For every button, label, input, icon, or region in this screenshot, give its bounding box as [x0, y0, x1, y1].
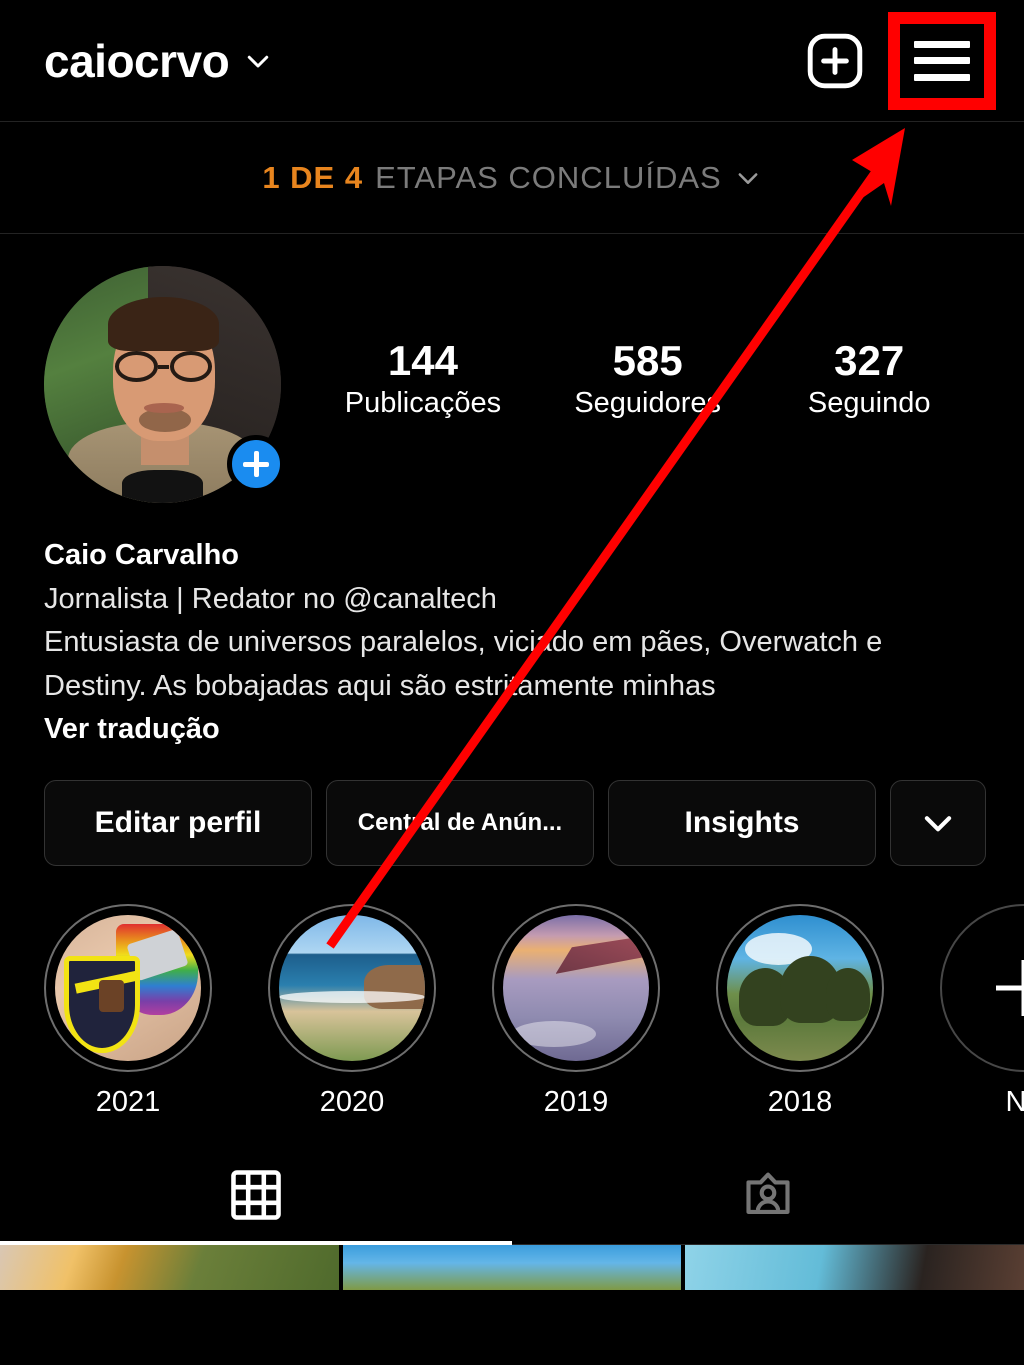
edit-profile-button[interactable]: Editar perfil	[44, 780, 312, 867]
progress-label: ETAPAS CONCLUÍDAS	[375, 159, 722, 195]
header-actions	[804, 11, 996, 110]
hamburger-menu-button[interactable]	[888, 11, 996, 110]
stat-posts[interactable]: 144 Publicações	[345, 338, 501, 420]
username-dropdown[interactable]: caiocrvo	[44, 38, 273, 84]
highlight-cover	[55, 915, 201, 1062]
profile-tab-bar	[0, 1145, 1024, 1246]
stat-following[interactable]: 327 Seguindo	[794, 338, 944, 420]
highlight-new[interactable]: No	[940, 904, 1024, 1119]
profile-bio: Caio Carvalho Jornalista | Redator no @c…	[0, 503, 1024, 746]
grid-tab[interactable]	[0, 1145, 512, 1245]
onboarding-progress-bar[interactable]: 1 DE 4 ETAPAS CONCLUÍDAS	[0, 122, 1024, 234]
stat-label: Publicações	[344, 387, 502, 420]
stat-label: Seguindo	[807, 387, 931, 420]
highlight-2021[interactable]: 2021	[44, 904, 212, 1119]
insights-button[interactable]: Insights	[608, 780, 876, 867]
more-options-button[interactable]	[890, 780, 986, 867]
bio-line-3: Destiny. As bobajadas aqui são estritame…	[44, 669, 716, 702]
instagram-profile-screen: caiocrvo 1 DE 4 ETAPAS CONCLUÍDAS 144 Pu…	[0, 0, 1024, 1365]
stat-value: 585	[612, 337, 683, 384]
post-thumbnail-3[interactable]	[685, 1245, 1024, 1291]
highlight-label: 2019	[543, 1086, 609, 1119]
highlight-label: 2020	[319, 1086, 385, 1119]
page-title: caiocrvo	[44, 34, 230, 87]
bio-line-1: Jornalista | Redator no @canaltech	[44, 582, 497, 615]
profile-summary: 144 Publicações 585 Seguidores 327 Segui…	[0, 234, 1024, 503]
tagged-person-icon	[746, 1173, 790, 1215]
grid-icon	[231, 1170, 281, 1221]
stat-value: 144	[387, 337, 458, 384]
stat-followers[interactable]: 585 Seguidores	[573, 338, 723, 420]
stat-value: 327	[834, 337, 905, 384]
add-highlight-button[interactable]	[940, 904, 1024, 1073]
highlight-cover	[279, 915, 425, 1062]
post-thumbnail-2[interactable]	[342, 1245, 682, 1291]
see-translation-link[interactable]: Ver tradução	[44, 713, 980, 746]
stat-label: Seguidores	[574, 387, 722, 420]
highlight-2019[interactable]: 2019	[492, 904, 660, 1119]
bio-line-2: Entusiasta de universos paralelos, vicia…	[44, 626, 883, 659]
hamburger-menu-icon	[914, 40, 970, 81]
highlight-2018[interactable]: 2018	[716, 904, 884, 1119]
bio-display-name: Caio Carvalho	[44, 539, 239, 571]
chevron-down-icon	[247, 55, 269, 67]
plus-icon	[994, 958, 1024, 1018]
ads-center-button[interactable]: Central de Anún...	[326, 780, 594, 867]
progress-count: 1 DE 4	[262, 159, 364, 195]
tagged-tab[interactable]	[512, 1145, 1024, 1245]
story-highlights: 2021 2020 2019 2018 No	[0, 866, 1024, 1119]
app-header: caiocrvo	[0, 0, 1024, 122]
highlight-label: No	[1005, 1086, 1024, 1119]
highlight-cover	[503, 915, 649, 1062]
avatar-container[interactable]	[44, 266, 285, 503]
chevron-down-icon	[924, 816, 952, 832]
highlight-2020[interactable]: 2020	[268, 904, 436, 1119]
profile-stats: 144 Publicações 585 Seguidores 327 Segui…	[281, 266, 980, 420]
plus-square-icon[interactable]	[804, 30, 866, 92]
highlight-label: 2018	[767, 1086, 833, 1119]
profile-action-buttons: Editar perfil Central de Anún... Insight…	[0, 746, 1024, 867]
highlight-cover	[727, 915, 873, 1062]
plus-circle-icon[interactable]	[227, 435, 285, 493]
post-grid	[0, 1245, 1024, 1291]
post-thumbnail-1[interactable]	[0, 1245, 339, 1291]
chevron-down-icon	[738, 172, 758, 184]
highlight-label: 2021	[95, 1086, 161, 1119]
